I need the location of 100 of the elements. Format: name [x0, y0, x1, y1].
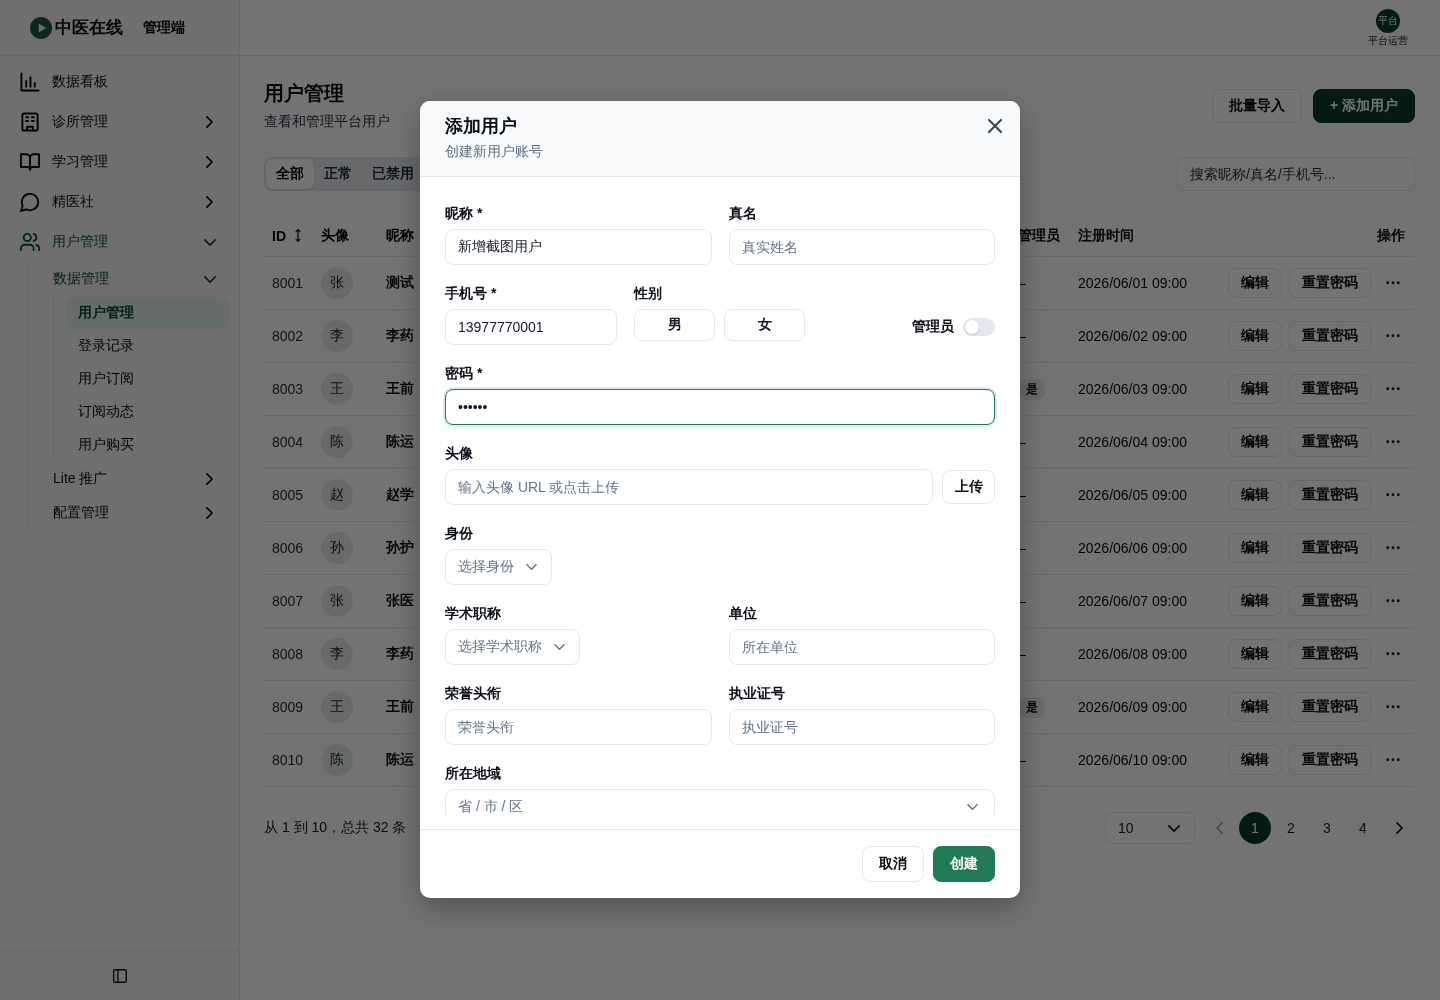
action-button[interactable]: 重置密码 — [1289, 427, 1371, 457]
user-id: 8001 — [272, 275, 304, 291]
action-button[interactable]: 编辑 — [1228, 321, 1282, 351]
page-button[interactable]: 3 — [1311, 812, 1343, 844]
select-field[interactable]: 选择学术职称 — [445, 629, 580, 665]
brand-name: 中医在线 — [55, 17, 123, 39]
action-button[interactable]: 编辑 — [1228, 480, 1282, 510]
chat-bubble-icon — [20, 192, 40, 212]
cancel-button[interactable]: 取消 — [862, 846, 924, 882]
url-field[interactable]: 输入头像 URL 或点击上传 — [445, 469, 933, 505]
field-label: 单位 — [728, 605, 757, 621]
action-button[interactable]: 编辑 — [1228, 639, 1282, 669]
page-button[interactable]: 2 — [1275, 812, 1307, 844]
search-field[interactable]: 搜索昵称/真名/手机号... — [1177, 157, 1415, 191]
action-button[interactable]: 重置密码 — [1289, 268, 1371, 298]
filter-tab[interactable]: 全部 — [266, 159, 314, 189]
action-button[interactable]: 编辑 — [1228, 427, 1282, 457]
field-label: 荣誉头衔 — [445, 685, 501, 701]
select-field[interactable]: 选择身份 — [445, 549, 552, 585]
user-id: 8004 — [272, 434, 304, 450]
close-button[interactable] — [988, 119, 1002, 133]
import-button[interactable]: 批量导入 — [1211, 89, 1302, 123]
column-header: 昵称 — [386, 226, 414, 245]
field-label: 昵称 * — [445, 205, 483, 221]
action-button[interactable]: 重置密码 — [1289, 745, 1371, 775]
user-avatar: 王 — [321, 373, 353, 405]
action-button[interactable]: 编辑 — [1228, 268, 1282, 298]
create-button[interactable]: 创建 — [933, 846, 995, 882]
field-label: 密码 * — [445, 365, 483, 381]
nickname: 李药 — [386, 327, 414, 345]
user-avatar: 陈 — [321, 744, 353, 776]
user-id: 8007 — [272, 593, 304, 609]
action-button[interactable]: 编辑 — [1228, 533, 1282, 563]
text-field[interactable]: 荣誉头衔 — [445, 709, 712, 745]
field-label: 性别 — [634, 285, 662, 301]
panel-icon — [112, 968, 127, 983]
column-header: 操作 — [1377, 226, 1405, 245]
action-button[interactable]: 重置密码 — [1289, 374, 1371, 404]
filter-tab[interactable]: 已禁用 — [362, 159, 424, 189]
more-icon — [1386, 599, 1400, 603]
nickname: 张医 — [386, 592, 414, 610]
action-button[interactable]: 重置密码 — [1289, 533, 1371, 563]
account-avatar[interactable]: 平台 — [1376, 8, 1400, 33]
user-avatar: 孙 — [321, 532, 353, 564]
action-button[interactable]: 编辑 — [1228, 692, 1282, 722]
admin-tag: 是 — [1018, 378, 1046, 400]
page-summary: 从 1 到 10，总共 32 条 — [264, 819, 407, 837]
brand-suffix: 管理端 — [143, 18, 185, 37]
action-button[interactable]: 编辑 — [1228, 745, 1282, 775]
more-icon — [1386, 387, 1400, 391]
upload-button[interactable]: 上传 — [942, 470, 995, 504]
page-size-select[interactable]: 10 — [1105, 812, 1195, 844]
action-button[interactable]: 重置密码 — [1289, 321, 1371, 351]
text-field[interactable]: 执业证号 — [728, 709, 995, 745]
text-field[interactable]: 所在单位 — [728, 629, 995, 665]
nickname: 测试 — [386, 274, 414, 292]
registration-time: 2026/06/09 09:00 — [1078, 699, 1187, 715]
account-role: 平台运营 — [1368, 34, 1408, 47]
text-field[interactable]: 新增截图用户 — [445, 229, 712, 265]
user-avatar: 王 — [321, 691, 353, 723]
chevron-left-icon — [1215, 822, 1223, 834]
action-button[interactable]: 编辑 — [1228, 586, 1282, 616]
dialog-title: 添加用户 — [445, 115, 517, 138]
user-avatar: 张 — [321, 585, 353, 617]
more-icon — [1386, 546, 1400, 550]
user-avatar: 陈 — [321, 426, 353, 458]
nickname: 王前 — [386, 380, 414, 398]
more-icon — [1386, 652, 1400, 656]
option-button[interactable]: 男 — [634, 309, 715, 341]
user-avatar: 赵 — [321, 479, 353, 511]
page-button[interactable]: 1 — [1239, 812, 1271, 844]
option-button[interactable]: 女 — [724, 309, 805, 341]
registration-time: 2026/06/01 09:00 — [1078, 275, 1187, 291]
registration-time: 2026/06/05 09:00 — [1078, 487, 1187, 503]
chevron-down-icon — [1168, 824, 1180, 832]
user-id: 8010 — [272, 752, 304, 768]
toggle-switch[interactable] — [963, 318, 995, 336]
action-button[interactable]: 重置密码 — [1289, 586, 1371, 616]
collapse-button[interactable] — [112, 968, 127, 983]
text-field[interactable]: 13977770001 — [445, 309, 617, 345]
region-select[interactable]: 省 / 市 / 区 — [445, 789, 995, 815]
action-button[interactable]: 重置密码 — [1289, 480, 1371, 510]
user-id: 8009 — [272, 699, 304, 715]
add-user-button[interactable]: + 添加用户 — [1312, 89, 1415, 123]
page-button[interactable]: 4 — [1347, 812, 1379, 844]
nav-item[interactable]: 用户管理 — [66, 297, 229, 329]
registration-time: 2026/06/07 09:00 — [1078, 593, 1187, 609]
password-field[interactable]: •••••• — [445, 389, 995, 425]
user-id: 8002 — [272, 328, 304, 344]
nickname: 孙护 — [386, 539, 414, 557]
filter-tab[interactable]: 正常 — [314, 159, 362, 189]
user-avatar: 李 — [321, 320, 353, 352]
nickname: 陈运 — [386, 751, 414, 769]
more-icon — [1386, 440, 1400, 444]
action-button[interactable]: 重置密码 — [1289, 692, 1371, 722]
field-label: 身份 — [445, 525, 473, 541]
action-button[interactable]: 编辑 — [1228, 374, 1282, 404]
text-field[interactable]: 真实姓名 — [728, 229, 995, 265]
action-button[interactable]: 重置密码 — [1289, 639, 1371, 669]
registration-time: 2026/06/08 09:00 — [1078, 646, 1187, 662]
